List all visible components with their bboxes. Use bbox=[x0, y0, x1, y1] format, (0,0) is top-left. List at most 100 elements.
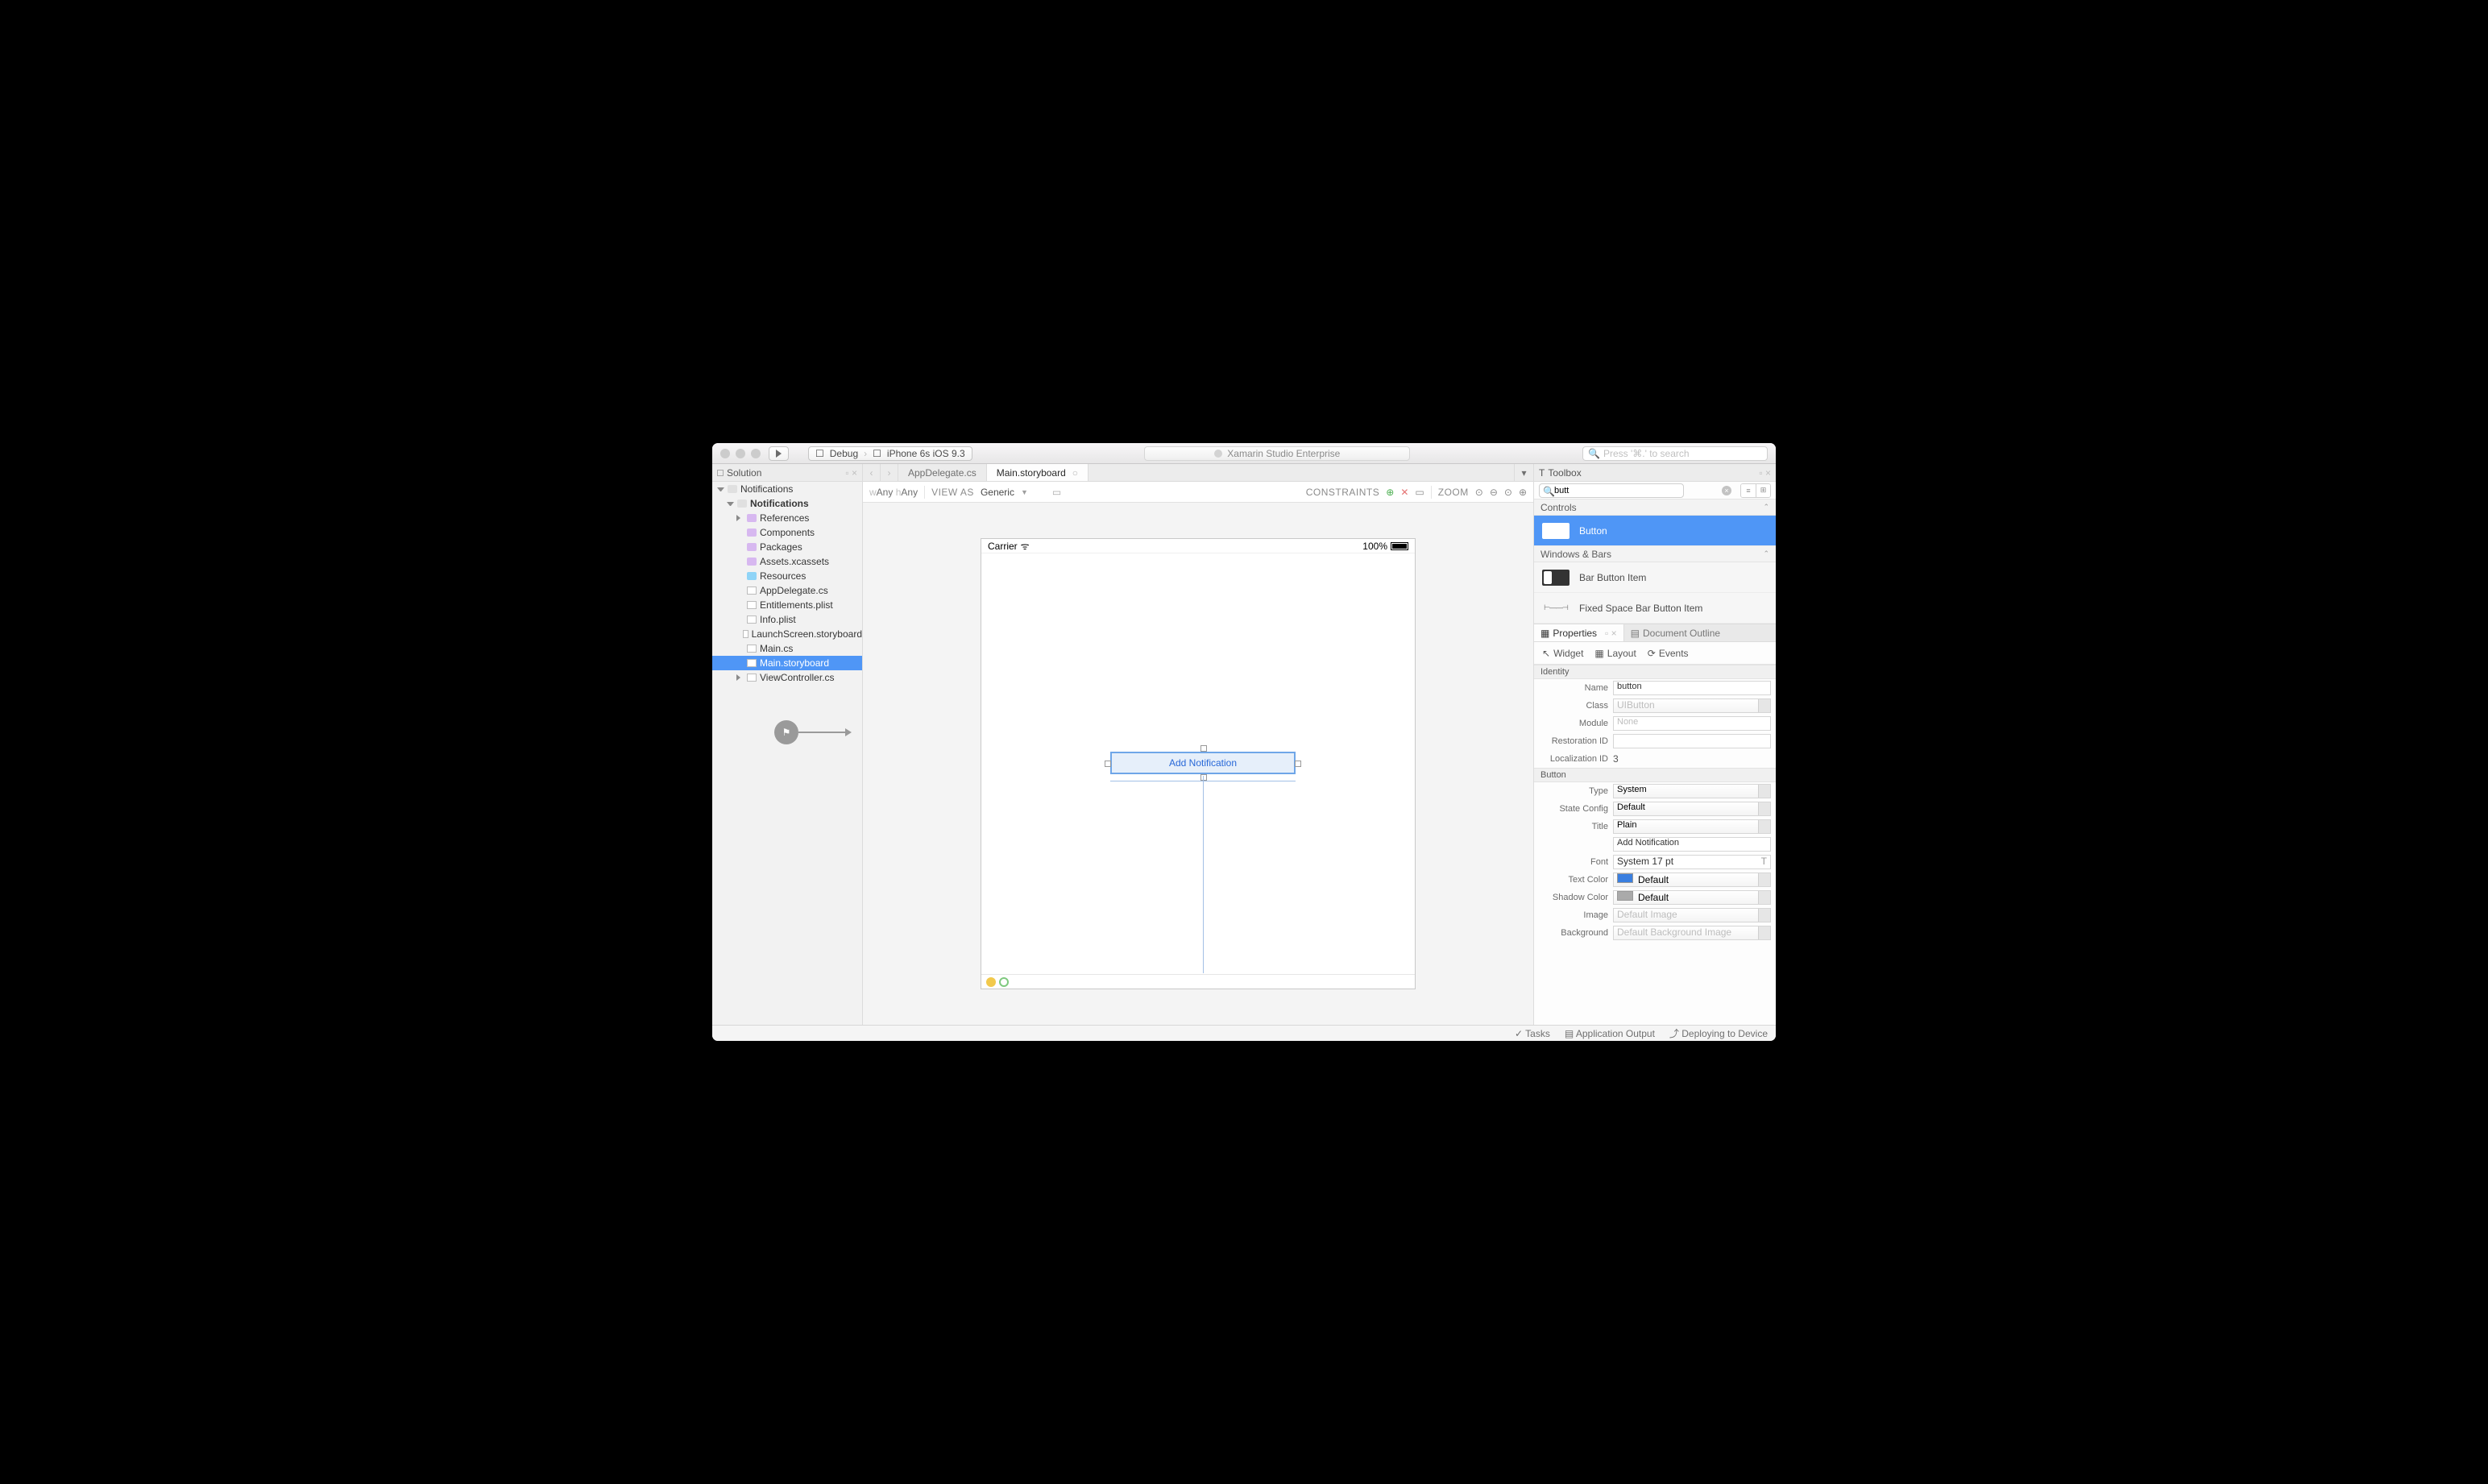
font-field[interactable]: System 17 ptT bbox=[1613, 855, 1771, 869]
orientation-button[interactable]: ▭ bbox=[1052, 487, 1061, 498]
editor-area: ‹ › AppDelegate.cs Main.storyboard○ ▾ wA… bbox=[863, 464, 1534, 1025]
traffic-lights[interactable] bbox=[720, 449, 761, 458]
selected-button[interactable]: Add Notification bbox=[1110, 752, 1296, 774]
run-button[interactable] bbox=[769, 446, 789, 461]
properties-pad: ▦ Properties ▫ × ▤ Document Outline ↖ Wi… bbox=[1534, 624, 1776, 1025]
properties-tabs: ▦ Properties ▫ × ▤ Document Outline bbox=[1534, 624, 1776, 642]
zoom-fit-button[interactable]: ⊙ bbox=[1475, 487, 1483, 498]
tree-item[interactable]: AppDelegate.cs bbox=[712, 583, 862, 598]
editor-tabs: ‹ › AppDelegate.cs Main.storyboard○ ▾ bbox=[863, 464, 1533, 482]
right-column: TToolbox▫ × 🔍 × ≡⊞ Controls⌃ Button Wind… bbox=[1534, 464, 1776, 1025]
file-icon bbox=[747, 674, 757, 682]
shadow-color-select[interactable]: Default bbox=[1613, 890, 1771, 905]
view-controller-scene[interactable]: Carrierᯤ 100% Add Notification bbox=[981, 538, 1416, 989]
tree-item[interactable]: Main.storyboard bbox=[712, 656, 862, 670]
firstresponder-icon[interactable] bbox=[999, 977, 1009, 987]
solution-root[interactable]: Notifications bbox=[712, 482, 862, 496]
entry-point-arrow[interactable]: ⚑ bbox=[774, 720, 852, 744]
tree-item[interactable]: Entitlements.plist bbox=[712, 598, 862, 612]
status-bar-footer: ✓ Tasks ▤ Application Output ⤴ Deploying… bbox=[712, 1025, 1776, 1041]
background-select[interactable]: Default Background Image bbox=[1613, 926, 1771, 940]
nav-forward-button[interactable]: › bbox=[881, 464, 898, 481]
toolbox-view-toggle[interactable]: ≡⊞ bbox=[1740, 483, 1771, 498]
module-field[interactable]: None bbox=[1613, 716, 1771, 731]
tasks-pad-button[interactable]: ✓ Tasks bbox=[1515, 1028, 1550, 1039]
state-select[interactable]: Default bbox=[1613, 802, 1771, 816]
toolbox-pad-header: TToolbox▫ × bbox=[1534, 464, 1776, 482]
restoration-field[interactable] bbox=[1613, 734, 1771, 748]
zoom-icon[interactable] bbox=[751, 449, 761, 458]
designer-toolbar: wAny hAny VIEW ASGeneric▼ ▭ CONSTRAINTS … bbox=[863, 482, 1533, 503]
folder-icon bbox=[747, 572, 757, 580]
add-constraint-button[interactable]: ⊕ bbox=[1386, 487, 1394, 498]
subtab-widget[interactable]: ↖ Widget bbox=[1542, 648, 1583, 659]
tab-document-outline[interactable]: ▤ Document Outline bbox=[1624, 624, 1727, 641]
run-target-selector[interactable]: ☐Debug› ☐iPhone 6s iOS 9.3 bbox=[808, 446, 972, 461]
tree-item[interactable]: ViewController.cs bbox=[712, 670, 862, 685]
tab-appdelegate[interactable]: AppDelegate.cs bbox=[898, 464, 987, 481]
solution-tree[interactable]: Notifications Notifications ReferencesCo… bbox=[712, 482, 862, 1025]
global-search-input[interactable]: 🔍 Press '⌘.' to search bbox=[1582, 446, 1768, 461]
resize-handle[interactable] bbox=[1200, 745, 1207, 752]
tree-item[interactable]: References bbox=[712, 511, 862, 525]
class-field[interactable]: UIButton bbox=[1613, 698, 1771, 713]
toolbox-item-fixedspace[interactable]: ⊢——⊣Fixed Space Bar Button Item bbox=[1534, 593, 1776, 624]
toolbox-search-input[interactable] bbox=[1539, 483, 1684, 498]
name-field[interactable]: button bbox=[1613, 681, 1771, 695]
scene-footer bbox=[981, 974, 1415, 989]
zoom-100-button[interactable]: ⊙ bbox=[1504, 487, 1512, 498]
resize-handle[interactable] bbox=[1105, 761, 1111, 767]
play-icon bbox=[776, 450, 782, 458]
tree-item[interactable]: LaunchScreen.storyboard bbox=[712, 627, 862, 641]
toolbox-category-controls[interactable]: Controls⌃ bbox=[1534, 500, 1776, 516]
frame-button[interactable]: ▭ bbox=[1415, 487, 1424, 498]
title-field[interactable]: Add Notification bbox=[1613, 837, 1771, 852]
app-output-pad-button[interactable]: ▤ Application Output bbox=[1565, 1028, 1655, 1039]
viewcontroller-icon[interactable] bbox=[986, 977, 996, 987]
tree-item[interactable]: Main.cs bbox=[712, 641, 862, 656]
nav-back-button[interactable]: ‹ bbox=[863, 464, 881, 481]
resize-handle[interactable] bbox=[1200, 774, 1207, 781]
close-icon[interactable]: ○ bbox=[1072, 467, 1078, 479]
flag-icon: ⚑ bbox=[774, 720, 798, 744]
title-type-select[interactable]: Plain bbox=[1613, 819, 1771, 834]
tree-item[interactable]: Resources bbox=[712, 569, 862, 583]
clear-icon[interactable]: × bbox=[1722, 486, 1731, 495]
deploy-pad-button[interactable]: ⤴ Deploying to Device bbox=[1669, 1026, 1768, 1040]
image-select[interactable]: Default Image bbox=[1613, 908, 1771, 922]
tab-main-storyboard[interactable]: Main.storyboard○ bbox=[987, 464, 1088, 481]
subtab-layout[interactable]: ▦ Layout bbox=[1594, 648, 1636, 659]
chevron-up-icon: ⌃ bbox=[1763, 549, 1769, 558]
subtab-events[interactable]: ⟳ Events bbox=[1648, 648, 1689, 659]
zoom-out-button[interactable]: ⊖ bbox=[1490, 487, 1498, 498]
zoom-in-button[interactable]: ⊕ bbox=[1519, 487, 1527, 498]
file-icon bbox=[747, 645, 757, 653]
tree-item[interactable]: Components bbox=[712, 525, 862, 540]
project-root[interactable]: Notifications bbox=[712, 496, 862, 511]
toolbox-toolbar: 🔍 × ≡⊞ bbox=[1534, 482, 1776, 500]
status-bar: Carrierᯤ 100% bbox=[981, 539, 1415, 553]
toolbox-item-barbutton[interactable]: Bar Button Item bbox=[1534, 562, 1776, 593]
toolbox-item-button[interactable]: Button bbox=[1534, 516, 1776, 546]
properties-subtabs: ↖ Widget ▦ Layout ⟳ Events bbox=[1534, 642, 1776, 665]
type-select[interactable]: System bbox=[1613, 784, 1771, 798]
close-icon[interactable] bbox=[720, 449, 730, 458]
tree-item[interactable]: Assets.xcassets bbox=[712, 554, 862, 569]
search-icon: 🔍 bbox=[1543, 486, 1555, 497]
tree-item[interactable]: Packages bbox=[712, 540, 862, 554]
tree-item[interactable]: Info.plist bbox=[712, 612, 862, 627]
text-color-select[interactable]: Default bbox=[1613, 873, 1771, 887]
file-icon bbox=[747, 601, 757, 609]
file-icon bbox=[747, 587, 757, 595]
remove-constraint-button[interactable]: ✕ bbox=[1400, 487, 1408, 498]
design-canvas[interactable]: ⚑ Carrierᯤ 100% Add Notification bbox=[863, 503, 1533, 1025]
tab-properties[interactable]: ▦ Properties ▫ × bbox=[1534, 624, 1624, 641]
chevron-down-icon[interactable]: ▼ bbox=[1021, 488, 1028, 496]
constraint-line bbox=[1203, 776, 1204, 973]
toolbox-category-windows[interactable]: Windows & Bars⌃ bbox=[1534, 546, 1776, 562]
resize-handle[interactable] bbox=[1295, 761, 1301, 767]
status-lcd: Xamarin Studio Enterprise bbox=[1144, 446, 1410, 461]
tabs-overflow-button[interactable]: ▾ bbox=[1514, 464, 1533, 481]
minimize-icon[interactable] bbox=[736, 449, 745, 458]
file-icon bbox=[747, 616, 757, 624]
